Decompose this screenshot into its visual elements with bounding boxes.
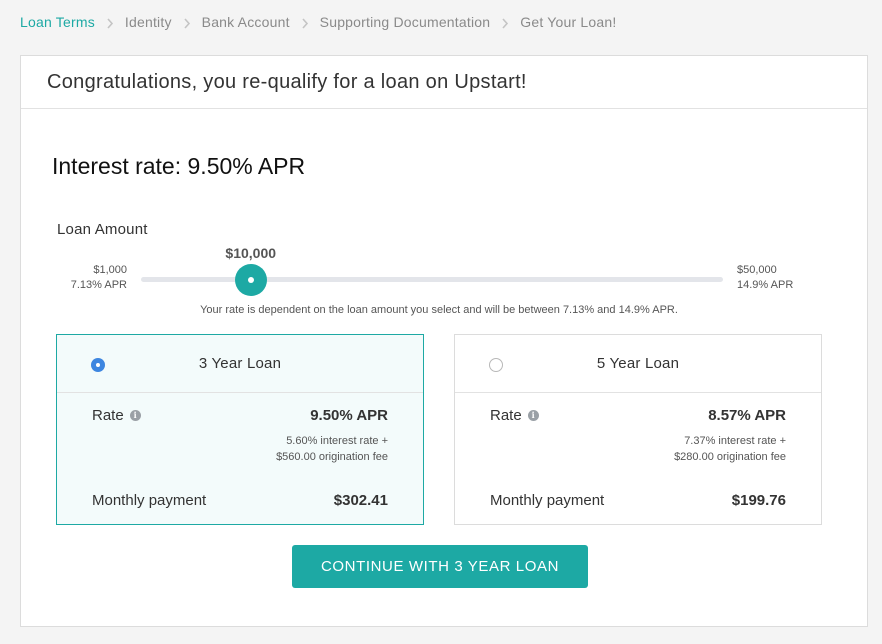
rate-label-text: Rate (490, 407, 522, 424)
slider-selected-amount: $10,000 (225, 245, 277, 261)
chevron-right-icon (172, 15, 202, 30)
info-icon[interactable]: i (129, 410, 141, 421)
origination-fee-detail: $560.00 origination fee (276, 451, 388, 463)
monthly-payment-label: Monthly payment (490, 492, 605, 509)
info-icon[interactable]: i (527, 410, 539, 421)
rate-label: Rate i (490, 407, 539, 424)
slider-max-amount: $50,000 (737, 264, 777, 276)
breadcrumb: Loan Terms Identity Bank Account Support… (20, 13, 616, 31)
page-title: Congratulations, you re-qualify for a lo… (47, 70, 527, 93)
interest-rate-heading: Interest rate: 9.50% APR (52, 153, 306, 179)
slider-min-amount: $1,000 (93, 264, 127, 276)
slider-min-info: $1,000 7.13% APR (51, 263, 127, 293)
breadcrumb-bank-account[interactable]: Bank Account (202, 14, 290, 30)
breadcrumb-get-your-loan[interactable]: Get Your Loan! (520, 14, 616, 30)
continue-button[interactable]: CONTINUE WITH 3 YEAR LOAN (292, 545, 588, 588)
rate-range-note: Your rate is dependent on the loan amoun… (200, 304, 678, 316)
option-apr: 9.50% APR (310, 407, 388, 424)
slider-max-apr: 14.9% APR (737, 279, 794, 291)
option-title: 5 Year Loan (596, 355, 680, 372)
slider-min-apr: 7.13% APR (70, 279, 127, 291)
option-title: 3 Year Loan (198, 355, 282, 372)
loan-option-5-year[interactable]: 5 Year Loan Rate i 8.57% APR 7.37% inter… (454, 334, 822, 525)
monthly-payment-value: $199.76 (731, 492, 786, 509)
chevron-right-icon (490, 15, 520, 30)
loan-option-3-year[interactable]: 3 Year Loan Rate i 9.50% APR 5.60% inter… (56, 334, 424, 525)
breadcrumb-identity[interactable]: Identity (125, 14, 172, 30)
rate-label-text: Rate (92, 407, 124, 424)
chevron-right-icon (95, 15, 125, 30)
chevron-right-icon (290, 15, 320, 30)
rate-label: Rate i (92, 407, 141, 424)
option-apr: 8.57% APR (708, 407, 786, 424)
monthly-payment-label: Monthly payment (92, 492, 207, 509)
option-header: 3 Year Loan (57, 335, 423, 393)
card-header: Congratulations, you re-qualify for a lo… (21, 56, 867, 109)
origination-fee-detail: $280.00 origination fee (674, 451, 786, 463)
interest-rate-detail: 7.37% interest rate + (684, 435, 786, 447)
apr-detail: 7.37% interest rate + $280.00 originatio… (674, 433, 786, 465)
loan-amount-slider-handle[interactable] (234, 264, 267, 296)
interest-rate-detail: 5.60% interest rate + (286, 435, 388, 447)
monthly-payment-value: $302.41 (333, 492, 388, 509)
loan-terms-card: Congratulations, you re-qualify for a lo… (20, 55, 868, 627)
loan-amount-slider-track[interactable] (141, 277, 723, 282)
breadcrumb-supporting-documentation[interactable]: Supporting Documentation (320, 14, 491, 30)
slider-max-info: $50,000 14.9% APR (737, 263, 793, 293)
apr-detail: 5.60% interest rate + $560.00 originatio… (276, 433, 388, 465)
loan-amount-label: Loan Amount (57, 221, 148, 238)
breadcrumb-loan-terms[interactable]: Loan Terms (20, 14, 95, 30)
option-header: 5 Year Loan (455, 335, 821, 393)
